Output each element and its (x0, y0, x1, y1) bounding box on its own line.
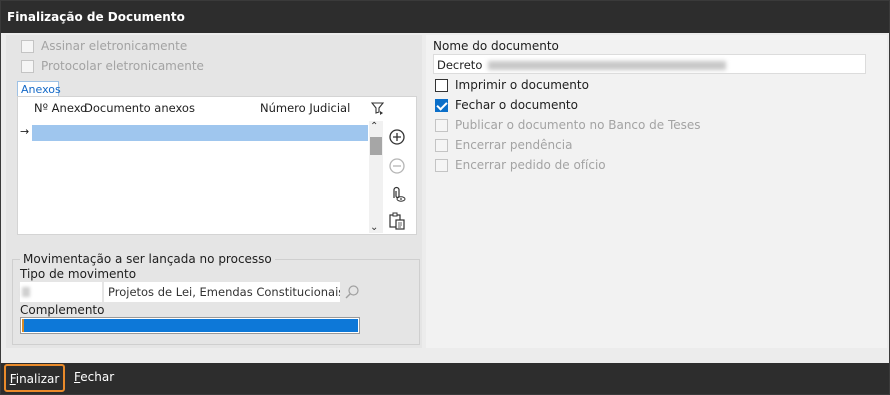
scroll-up-icon[interactable]: ⌃ (370, 121, 378, 132)
col-header-numero-judicial[interactable]: Número Judicial (260, 101, 350, 115)
encerrar-pendencia-label: Encerrar pendência (455, 138, 573, 152)
anexos-grid: Nº Anexo Documento anexos Número Judicia… (17, 96, 417, 235)
encerrar-pendencia-checkbox[interactable] (435, 138, 448, 152)
redacted-code (22, 287, 30, 297)
tipo-movimento-label: Tipo de movimento (20, 267, 137, 281)
finalizar-label: inalizar (15, 372, 60, 386)
dialog-title: Finalização de Documento (1, 1, 889, 33)
option-row-encerrar-oficio: Encerrar pedido de ofício (435, 157, 606, 173)
fechar-doc-label: Fechar o documento (455, 98, 578, 112)
encerrar-oficio-label: Encerrar pedido de ofício (455, 158, 606, 172)
col-header-documento[interactable]: Documento anexos (84, 101, 195, 115)
option-row-encerrar-pendencia: Encerrar pendência (435, 137, 572, 153)
row-indicator-arrow: → (20, 125, 30, 138)
redacted-text (488, 61, 727, 70)
imprimir-label: Imprimir o documento (455, 78, 589, 92)
assinar-checkbox[interactable] (21, 39, 34, 53)
fechar-button[interactable]: Fechar (74, 363, 114, 391)
complemento-selection (22, 319, 358, 332)
protocolar-checkbox[interactable] (21, 59, 34, 73)
finalizacao-dialog: Finalização de Documento Assinar eletron… (0, 0, 890, 395)
tipo-movimento-description: Projetos de Lei, Emendas Constitucionais… (104, 282, 340, 302)
nome-documento-input[interactable]: Decreto (433, 54, 866, 74)
grid-scrollbar[interactable]: ⌃ ⌄ (369, 121, 383, 233)
col-header-num-anexo[interactable]: Nº Anexo (34, 101, 87, 115)
nome-documento-value: Decreto (437, 58, 483, 72)
movimentacao-legend: Movimentação a ser lançada no processo (20, 252, 275, 266)
scroll-thumb[interactable] (370, 137, 382, 155)
complemento-field[interactable] (20, 317, 360, 334)
search-icon[interactable] (344, 284, 360, 300)
option-row-publicar: Publicar o documento no Banco de Teses (435, 117, 701, 133)
fechar-doc-checkbox[interactable] (435, 98, 448, 112)
finalizar-button[interactable]: Finalizar (4, 364, 65, 392)
option-row-fechar: Fechar o documento (435, 97, 578, 113)
option-row-imprimir: Imprimir o documento (435, 77, 589, 93)
add-anexo-icon[interactable] (388, 128, 406, 146)
assinar-checkbox-row: Assinar eletronicamente (21, 38, 187, 54)
protocolar-label: Protocolar eletronicamente (41, 59, 204, 73)
attach-view-icon[interactable] (388, 185, 406, 203)
remove-anexo-icon[interactable] (388, 157, 406, 175)
tipo-movimento-code-input[interactable] (20, 282, 102, 302)
filter-icon[interactable] (371, 101, 385, 115)
scroll-down-icon[interactable]: ⌄ (370, 222, 378, 233)
fechar-label: echar (80, 370, 115, 384)
encerrar-oficio-checkbox[interactable] (435, 158, 448, 172)
grid-header: Nº Anexo Documento anexos Número Judicia… (18, 97, 416, 119)
publicar-checkbox[interactable] (435, 118, 448, 132)
table-row[interactable] (32, 125, 368, 141)
complemento-label: Complemento (20, 303, 105, 317)
protocolar-checkbox-row: Protocolar eletronicamente (21, 58, 204, 74)
imprimir-checkbox[interactable] (435, 78, 448, 92)
tab-anexos[interactable]: Anexos (17, 81, 61, 96)
nome-documento-label: Nome do documento (433, 39, 559, 53)
dialog-footer: Finalizar Fechar (1, 363, 889, 394)
publicar-label: Publicar o documento no Banco de Teses (455, 118, 701, 132)
paste-anexo-icon[interactable] (388, 212, 406, 230)
assinar-label: Assinar eletronicamente (41, 39, 188, 53)
